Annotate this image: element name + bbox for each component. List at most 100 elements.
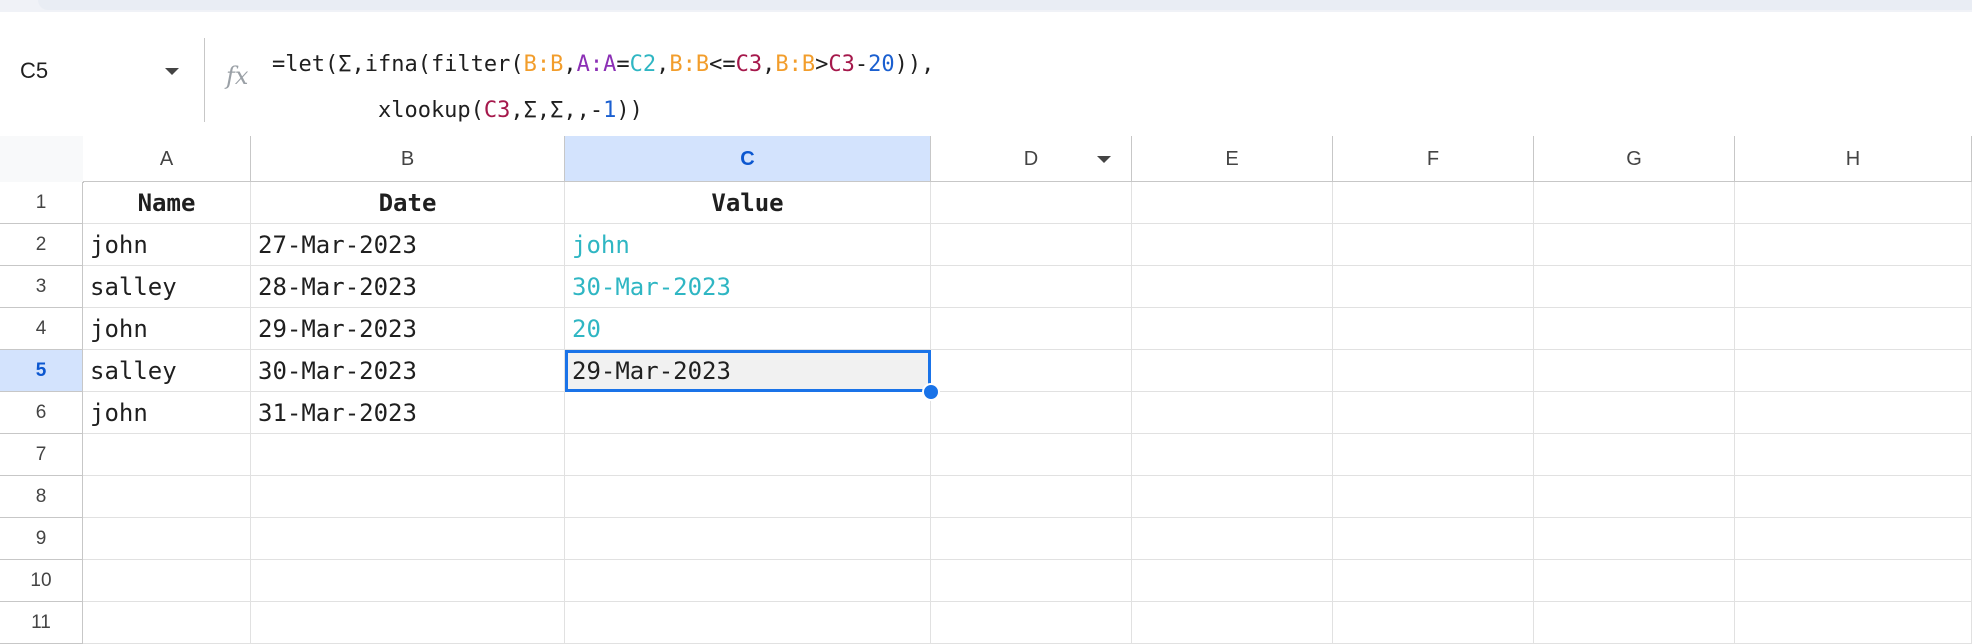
cell-c8[interactable] bbox=[565, 476, 931, 518]
cell-b5[interactable]: 30-Mar-2023 bbox=[251, 350, 565, 392]
cell-h9[interactable] bbox=[1735, 518, 1972, 560]
row-header-8[interactable]: 8 bbox=[0, 476, 83, 518]
name-box[interactable]: C5 bbox=[0, 32, 200, 132]
row-header-9[interactable]: 9 bbox=[0, 518, 83, 560]
cell-g4[interactable] bbox=[1534, 308, 1735, 350]
cell-c10[interactable] bbox=[565, 560, 931, 602]
cell-c4[interactable]: 20 bbox=[565, 308, 931, 350]
cell-h5[interactable] bbox=[1735, 350, 1972, 392]
cell-a6[interactable]: john bbox=[83, 392, 251, 434]
cell-e4[interactable] bbox=[1132, 308, 1333, 350]
cell-h3[interactable] bbox=[1735, 266, 1972, 308]
cell-e9[interactable] bbox=[1132, 518, 1333, 560]
cell-b10[interactable] bbox=[251, 560, 565, 602]
cell-e1[interactable] bbox=[1132, 182, 1333, 224]
cell-a5[interactable]: salley bbox=[83, 350, 251, 392]
cell-g1[interactable] bbox=[1534, 182, 1735, 224]
cell-g9[interactable] bbox=[1534, 518, 1735, 560]
column-header-f[interactable]: F bbox=[1333, 136, 1534, 182]
cell-d4[interactable] bbox=[931, 308, 1132, 350]
row-header-4[interactable]: 4 bbox=[0, 308, 83, 350]
cell-f9[interactable] bbox=[1333, 518, 1534, 560]
row-header-3[interactable]: 3 bbox=[0, 266, 83, 308]
cell-d1[interactable] bbox=[931, 182, 1132, 224]
row-header-10[interactable]: 10 bbox=[0, 560, 83, 602]
cell-b9[interactable] bbox=[251, 518, 565, 560]
cell-c7[interactable] bbox=[565, 434, 931, 476]
cell-b1[interactable]: Date bbox=[251, 182, 565, 224]
cell-e2[interactable] bbox=[1132, 224, 1333, 266]
row-header-7[interactable]: 7 bbox=[0, 434, 83, 476]
cell-d5[interactable] bbox=[931, 350, 1132, 392]
cell-c5[interactable]: 29-Mar-2023 bbox=[565, 350, 931, 392]
cell-e6[interactable] bbox=[1132, 392, 1333, 434]
cell-a3[interactable]: salley bbox=[83, 266, 251, 308]
cell-d6[interactable] bbox=[931, 392, 1132, 434]
cell-b4[interactable]: 29-Mar-2023 bbox=[251, 308, 565, 350]
formula-input[interactable]: =let(Σ,ifna(filter(B:B,A:A=C2,B:B<=C3,B:… bbox=[272, 42, 934, 134]
cell-h4[interactable] bbox=[1735, 308, 1972, 350]
cell-f8[interactable] bbox=[1333, 476, 1534, 518]
cell-f1[interactable] bbox=[1333, 182, 1534, 224]
cell-b11[interactable] bbox=[251, 602, 565, 644]
select-all-corner[interactable] bbox=[0, 136, 87, 186]
cell-f4[interactable] bbox=[1333, 308, 1534, 350]
cell-h7[interactable] bbox=[1735, 434, 1972, 476]
cell-f6[interactable] bbox=[1333, 392, 1534, 434]
cell-c3[interactable]: 30-Mar-2023 bbox=[565, 266, 931, 308]
cell-b2[interactable]: 27-Mar-2023 bbox=[251, 224, 565, 266]
cell-g11[interactable] bbox=[1534, 602, 1735, 644]
column-header-e[interactable]: E bbox=[1132, 136, 1333, 182]
fill-handle[interactable] bbox=[922, 383, 940, 401]
cell-c2[interactable]: john bbox=[565, 224, 931, 266]
cell-b3[interactable]: 28-Mar-2023 bbox=[251, 266, 565, 308]
row-header-5[interactable]: 5 bbox=[0, 350, 83, 392]
cell-g5[interactable] bbox=[1534, 350, 1735, 392]
cell-a4[interactable]: john bbox=[83, 308, 251, 350]
row-header-2[interactable]: 2 bbox=[0, 224, 83, 266]
cell-f7[interactable] bbox=[1333, 434, 1534, 476]
cell-d2[interactable] bbox=[931, 224, 1132, 266]
cell-h6[interactable] bbox=[1735, 392, 1972, 434]
formula-line-2[interactable]: xlookup(C3,Σ,Σ,,-1)) bbox=[272, 88, 934, 134]
cell-f5[interactable] bbox=[1333, 350, 1534, 392]
cell-c9[interactable] bbox=[565, 518, 931, 560]
column-header-g[interactable]: G bbox=[1534, 136, 1735, 182]
cell-a1[interactable]: Name bbox=[83, 182, 251, 224]
cell-b8[interactable] bbox=[251, 476, 565, 518]
cell-c11[interactable] bbox=[565, 602, 931, 644]
name-box-dropdown-icon[interactable] bbox=[165, 68, 179, 75]
cell-b7[interactable] bbox=[251, 434, 565, 476]
cell-f3[interactable] bbox=[1333, 266, 1534, 308]
cell-c6[interactable] bbox=[565, 392, 931, 434]
cell-e3[interactable] bbox=[1132, 266, 1333, 308]
column-header-h[interactable]: H bbox=[1735, 136, 1972, 182]
row-header-1[interactable]: 1 bbox=[0, 182, 83, 224]
cell-d9[interactable] bbox=[931, 518, 1132, 560]
cell-e10[interactable] bbox=[1132, 560, 1333, 602]
cell-a11[interactable] bbox=[83, 602, 251, 644]
column-header-d[interactable]: D bbox=[931, 136, 1132, 182]
column-header-b[interactable]: B bbox=[251, 136, 565, 182]
row-header-11[interactable]: 11 bbox=[0, 602, 83, 644]
cell-g7[interactable] bbox=[1534, 434, 1735, 476]
column-header-a[interactable]: A bbox=[83, 136, 251, 182]
cell-a8[interactable] bbox=[83, 476, 251, 518]
cell-g3[interactable] bbox=[1534, 266, 1735, 308]
cell-d10[interactable] bbox=[931, 560, 1132, 602]
cell-f11[interactable] bbox=[1333, 602, 1534, 644]
column-menu-dropdown-icon[interactable] bbox=[1097, 156, 1111, 163]
cell-f2[interactable] bbox=[1333, 224, 1534, 266]
cell-h11[interactable] bbox=[1735, 602, 1972, 644]
cell-g8[interactable] bbox=[1534, 476, 1735, 518]
formula-line-1[interactable]: =let(Σ,ifna(filter(B:B,A:A=C2,B:B<=C3,B:… bbox=[272, 42, 934, 88]
cell-h8[interactable] bbox=[1735, 476, 1972, 518]
cell-d7[interactable] bbox=[931, 434, 1132, 476]
cell-e7[interactable] bbox=[1132, 434, 1333, 476]
cell-g6[interactable] bbox=[1534, 392, 1735, 434]
cell-d8[interactable] bbox=[931, 476, 1132, 518]
cell-h10[interactable] bbox=[1735, 560, 1972, 602]
cell-d3[interactable] bbox=[931, 266, 1132, 308]
cell-d11[interactable] bbox=[931, 602, 1132, 644]
cell-a10[interactable] bbox=[83, 560, 251, 602]
